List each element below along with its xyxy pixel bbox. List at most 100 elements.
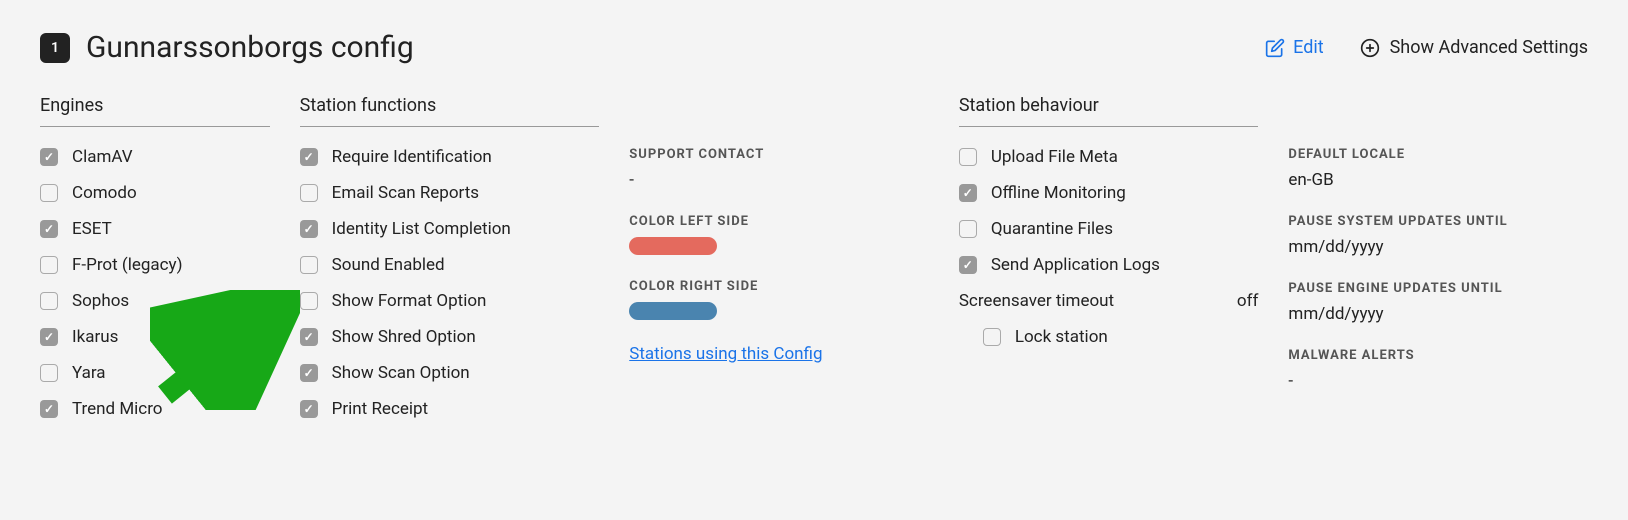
engines-list: ClamAV Comodo ESET F-Prot (legacy) Sophos Ika…: [40, 147, 270, 435]
offline-monitoring-row: Offline Monitoring: [959, 183, 1259, 203]
sophos-row: Sophos: [40, 291, 270, 311]
trend-micro-row: Trend Micro: [40, 399, 270, 419]
color-left-label: COLOR LEFT SIDE: [629, 214, 929, 229]
sound-enabled-label: Sound Enabled: [332, 255, 445, 275]
require-identification-row: Require Identification: [300, 147, 600, 167]
quarantine-files-label: Quarantine Files: [991, 219, 1113, 239]
comodo-row: Comodo: [40, 183, 270, 203]
behaviour-title: Station behaviour: [959, 95, 1259, 127]
default-locale-label: DEFAULT LOCALE: [1288, 147, 1588, 162]
settings-column: . DEFAULT LOCALE en-GB PAUSE SYSTEM UPDA…: [1288, 95, 1588, 435]
print-receipt-row: Print Receipt: [300, 399, 600, 419]
lock-station-checkbox[interactable]: [983, 328, 1001, 346]
send-application-logs-checkbox[interactable]: [959, 256, 977, 274]
pause-engine-value: mm/dd/yyyy: [1288, 304, 1588, 324]
upload-file-meta-label: Upload File Meta: [991, 147, 1118, 167]
sound-enabled-row: Sound Enabled: [300, 255, 600, 275]
pause-system-value: mm/dd/yyyy: [1288, 237, 1588, 257]
functions-column: Station functions Require Identification…: [300, 95, 600, 435]
edit-icon: [1265, 38, 1285, 58]
edit-label: Edit: [1293, 37, 1323, 58]
behaviour-list: Upload File Meta Offline Monitoring Quaran…: [959, 147, 1259, 291]
ikarus-label: Ikarus: [72, 327, 118, 347]
yara-row: Yara: [40, 363, 270, 383]
order-badge: 1: [40, 33, 70, 63]
sound-enabled-checkbox[interactable]: [300, 256, 318, 274]
show-scan-option-label: Show Scan Option: [332, 363, 470, 383]
engines-column: Engines ClamAV Comodo ESET F-Prot (legacy) S…: [40, 95, 270, 435]
config-panel: 1 Gunnarssonborgs config Edit Show Advan…: [0, 0, 1628, 465]
columns: Engines ClamAV Comodo ESET F-Prot (legacy) S…: [40, 95, 1588, 435]
ikarus-row: Ikarus: [40, 327, 270, 347]
trend-micro-checkbox[interactable]: [40, 400, 58, 418]
yara-checkbox[interactable]: [40, 364, 58, 382]
quarantine-files-checkbox[interactable]: [959, 220, 977, 238]
show-shred-option-label: Show Shred Option: [332, 327, 476, 347]
show-shred-option-checkbox[interactable]: [300, 328, 318, 346]
engines-title: Engines: [40, 95, 270, 127]
screensaver-row: Screensaver timeout off: [959, 291, 1259, 311]
identity-list-completion-checkbox[interactable]: [300, 220, 318, 238]
lock-station-row: Lock station: [959, 327, 1259, 363]
f-prot-legacy-label: F-Prot (legacy): [72, 255, 183, 275]
clamav-label: ClamAV: [72, 147, 133, 167]
show-format-option-label: Show Format Option: [332, 291, 487, 311]
show-advanced-button[interactable]: Show Advanced Settings: [1360, 37, 1588, 58]
lock-station-row: Lock station: [983, 327, 1259, 347]
pause-system-label: PAUSE SYSTEM UPDATES UNTIL: [1288, 214, 1588, 229]
comodo-checkbox[interactable]: [40, 184, 58, 202]
comodo-label: Comodo: [72, 183, 137, 203]
identity-list-completion-label: Identity List Completion: [332, 219, 511, 239]
support-contact-label: SUPPORT CONTACT: [629, 147, 929, 162]
page-title: Gunnarssonborgs config: [86, 30, 414, 65]
default-locale-value: en-GB: [1288, 170, 1588, 190]
support-contact-value: -: [629, 170, 929, 190]
details-column: . SUPPORT CONTACT - COLOR LEFT SIDE COLO…: [629, 95, 929, 435]
ikarus-checkbox[interactable]: [40, 328, 58, 346]
f-prot-legacy-row: F-Prot (legacy): [40, 255, 270, 275]
eset-checkbox[interactable]: [40, 220, 58, 238]
require-identification-label: Require Identification: [332, 147, 492, 167]
offline-monitoring-checkbox[interactable]: [959, 184, 977, 202]
send-application-logs-row: Send Application Logs: [959, 255, 1259, 275]
print-receipt-checkbox[interactable]: [300, 400, 318, 418]
functions-list: Require Identification Email Scan Reports…: [300, 147, 600, 435]
show-scan-option-checkbox[interactable]: [300, 364, 318, 382]
show-format-option-checkbox[interactable]: [300, 292, 318, 310]
stations-using-config-link[interactable]: Stations using this Config: [629, 344, 929, 364]
malware-alerts-label: MALWARE ALERTS: [1288, 348, 1588, 363]
screensaver-label: Screensaver timeout: [959, 291, 1114, 311]
show-format-option-row: Show Format Option: [300, 291, 600, 311]
color-right-label: COLOR RIGHT SIDE: [629, 279, 929, 294]
edit-button[interactable]: Edit: [1265, 37, 1323, 58]
require-identification-checkbox[interactable]: [300, 148, 318, 166]
send-application-logs-label: Send Application Logs: [991, 255, 1160, 275]
eset-label: ESET: [72, 219, 112, 239]
show-scan-option-row: Show Scan Option: [300, 363, 600, 383]
upload-file-meta-checkbox[interactable]: [959, 148, 977, 166]
quarantine-files-row: Quarantine Files: [959, 219, 1259, 239]
eset-row: ESET: [40, 219, 270, 239]
behaviour-column: Station behaviour Upload File Meta Offlin…: [959, 95, 1259, 435]
email-scan-reports-label: Email Scan Reports: [332, 183, 479, 203]
header: 1 Gunnarssonborgs config Edit Show Advan…: [40, 30, 1588, 65]
sophos-label: Sophos: [72, 291, 129, 311]
email-scan-reports-row: Email Scan Reports: [300, 183, 600, 203]
screensaver-value: off: [1237, 291, 1259, 311]
upload-file-meta-row: Upload File Meta: [959, 147, 1259, 167]
color-right-swatch: [629, 302, 717, 320]
pause-engine-label: PAUSE ENGINE UPDATES UNTIL: [1288, 281, 1588, 296]
yara-label: Yara: [72, 363, 106, 383]
identity-list-completion-row: Identity List Completion: [300, 219, 600, 239]
sophos-checkbox[interactable]: [40, 292, 58, 310]
f-prot-legacy-checkbox[interactable]: [40, 256, 58, 274]
print-receipt-label: Print Receipt: [332, 399, 428, 419]
header-right: Edit Show Advanced Settings: [1265, 37, 1588, 58]
clamav-row: ClamAV: [40, 147, 270, 167]
offline-monitoring-label: Offline Monitoring: [991, 183, 1126, 203]
email-scan-reports-checkbox[interactable]: [300, 184, 318, 202]
trend-micro-label: Trend Micro: [72, 399, 163, 419]
clamav-checkbox[interactable]: [40, 148, 58, 166]
show-shred-option-row: Show Shred Option: [300, 327, 600, 347]
plus-circle-icon: [1360, 38, 1380, 58]
